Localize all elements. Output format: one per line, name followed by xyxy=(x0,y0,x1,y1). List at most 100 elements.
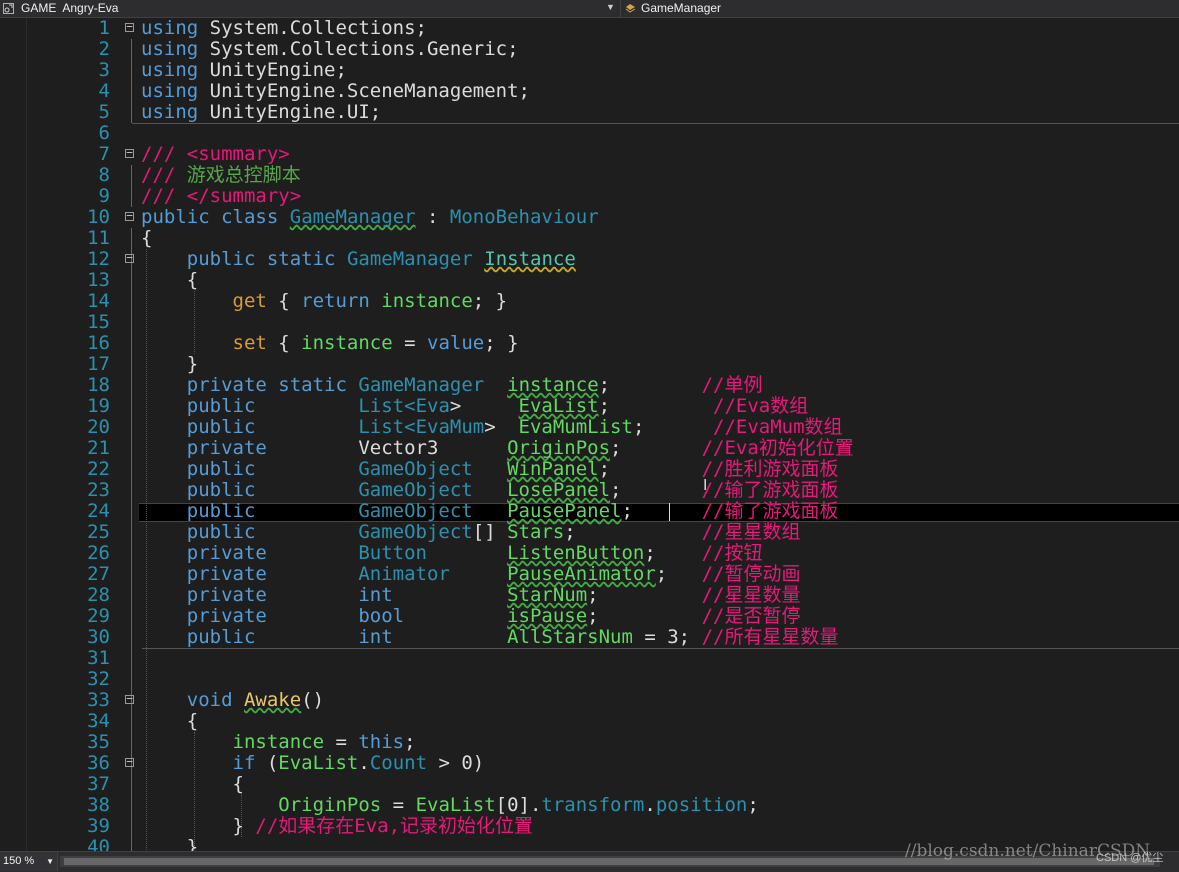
type-token: Button xyxy=(358,542,427,564)
collapse-icon[interactable]: − xyxy=(125,252,134,263)
punct-token: ; xyxy=(621,500,633,522)
chevron-down-icon[interactable]: ▼ xyxy=(606,2,615,12)
property-token: position xyxy=(655,794,748,816)
field-token: AllStarsNum xyxy=(507,626,633,648)
csharp-project-icon xyxy=(3,3,14,14)
keyword-token: this xyxy=(358,731,405,753)
code-line[interactable]: 33 − void Awake() xyxy=(0,690,1179,711)
keyword-token: private xyxy=(186,437,267,459)
line-number: 7 xyxy=(98,143,110,165)
property-token: Instance xyxy=(484,248,576,270)
code-line[interactable]: 29 private bool isPause; //是否暂停 xyxy=(0,606,1179,627)
comment-token: //输了游戏面板 xyxy=(701,500,839,522)
code-line[interactable]: 24 public GameObject PausePanel; //输了游戏面… xyxy=(0,501,1179,522)
code-line[interactable]: 39 } //如果存在Eva,记录初始化位置 xyxy=(0,816,1179,837)
line-number: 20 xyxy=(87,416,110,438)
comment-token: //胜利游戏面板 xyxy=(701,458,839,480)
line-number: 10 xyxy=(87,206,110,228)
field-token: PauseAnimator xyxy=(507,563,656,585)
line-number: 19 xyxy=(87,395,110,417)
class-icon xyxy=(625,4,636,13)
code-line[interactable]: 22 public GameObject WinPanel; //胜利游戏面板 xyxy=(0,459,1179,480)
property-token: transform xyxy=(541,794,645,816)
code-line[interactable]: 9 /// </summary> xyxy=(0,186,1179,207)
method-token: Awake xyxy=(243,689,302,711)
code-line[interactable]: 3 using UnityEngine; xyxy=(0,60,1179,81)
code-line[interactable]: 6 xyxy=(0,123,1179,144)
code-line[interactable]: 36 − if (EvaList.Count > 0) xyxy=(0,753,1179,774)
type-token: GameObject xyxy=(358,521,473,543)
brace-token: } xyxy=(186,353,199,375)
identifier-token: EvaList xyxy=(415,794,496,816)
line-number: 9 xyxy=(98,185,110,207)
zoom-dropdown[interactable]: 150 % ▼ xyxy=(0,852,58,871)
code-line[interactable]: 1 − using System.Collections; xyxy=(0,18,1179,39)
code-line[interactable]: 17 } xyxy=(0,354,1179,375)
keyword-token: int xyxy=(358,584,393,606)
line-number: 39 xyxy=(87,815,110,837)
keyword-token: using xyxy=(141,101,199,123)
class-dropdown[interactable]: GameManager xyxy=(620,0,1179,17)
code-line[interactable]: 5 using UnityEngine.UI; xyxy=(0,102,1179,123)
code-line[interactable]: 15 xyxy=(0,312,1179,333)
code-line[interactable]: 34 { xyxy=(0,711,1179,732)
namespace-token: System.Collections.Generic; xyxy=(209,38,519,60)
chevron-down-icon[interactable]: ▼ xyxy=(46,852,54,871)
line-number: 14 xyxy=(87,290,110,312)
field-token: EvaList xyxy=(518,395,599,417)
collapse-icon[interactable]: − xyxy=(125,147,134,158)
code-line[interactable]: 14 get { return instance; } xyxy=(0,291,1179,312)
field-token: WinPanel xyxy=(507,458,599,480)
comment-token: //Eva数组 xyxy=(713,395,809,417)
punct-token: ; xyxy=(610,479,622,501)
code-line[interactable]: 13 { xyxy=(0,270,1179,291)
code-line[interactable]: 32 xyxy=(0,669,1179,690)
code-line[interactable]: 19 public List<Eva> EvaList; //Eva数组 xyxy=(0,396,1179,417)
punct-token: ; } xyxy=(472,290,508,312)
code-line[interactable]: 10 − public class GameManager : MonoBeha… xyxy=(0,207,1179,228)
line-number: 15 xyxy=(87,311,110,333)
code-line[interactable]: 2 using System.Collections.Generic; xyxy=(0,39,1179,60)
code-line[interactable]: 26 private Button ListenButton; //按钮 xyxy=(0,543,1179,564)
line-number: 33 xyxy=(87,689,110,711)
code-line[interactable]: 4 using UnityEngine.SceneManagement; xyxy=(0,81,1179,102)
keyword-token: public xyxy=(186,248,256,270)
punct-token: > xyxy=(449,395,462,417)
code-line[interactable]: 31 xyxy=(0,648,1179,669)
code-line[interactable]: 38 OriginPos = EvaList[0].transform.posi… xyxy=(0,795,1179,816)
line-number: 17 xyxy=(87,353,110,375)
comment-token: //Eva初始化位置 xyxy=(701,437,854,459)
code-line[interactable]: 28 private int StarNum; //星星数量 xyxy=(0,585,1179,606)
code-line[interactable]: 35 instance = this; xyxy=(0,732,1179,753)
keyword-token: static xyxy=(278,374,347,396)
code-line[interactable]: 12 − public static GameManager Instance xyxy=(0,249,1179,270)
code-line[interactable]: 18 private static GameManager instance; … xyxy=(0,375,1179,396)
code-line[interactable]: 21 private Vector3 OriginPos; //Eva初始化位置 xyxy=(0,438,1179,459)
code-line[interactable]: 8 /// 游戏总控脚本 xyxy=(0,165,1179,186)
code-line[interactable]: 25 public GameObject[] Stars; //星星数组 xyxy=(0,522,1179,543)
doc-tag-token: </summary> xyxy=(186,185,302,207)
code-line[interactable]: 11 { xyxy=(0,228,1179,249)
collapse-icon[interactable]: − xyxy=(125,21,134,32)
line-number: 8 xyxy=(98,164,110,186)
code-line[interactable]: 7 − /// <summary> xyxy=(0,144,1179,165)
identifier-token: OriginPos xyxy=(278,794,382,816)
code-line[interactable]: 37 { xyxy=(0,774,1179,795)
field-token: ListenButton xyxy=(507,542,645,564)
code-line[interactable]: 27 private Animator PauseAnimator; //暂停动… xyxy=(0,564,1179,585)
code-line[interactable]: 16 set { instance = value; } xyxy=(0,333,1179,354)
collapse-icon[interactable]: − xyxy=(125,756,134,767)
keyword-token: public xyxy=(186,626,256,648)
field-token: StarNum xyxy=(507,584,588,606)
line-number: 38 xyxy=(87,794,110,816)
collapse-icon[interactable]: − xyxy=(125,693,134,704)
code-editor[interactable]: 1 − using System.Collections; 2 using Sy… xyxy=(0,18,1179,851)
line-number: 24 xyxy=(87,500,110,522)
collapse-icon[interactable]: − xyxy=(125,210,134,221)
code-line[interactable]: 23 public GameObject LosePanel; //输了游戏面板 xyxy=(0,480,1179,501)
keyword-token: static xyxy=(266,248,336,270)
code-line[interactable]: 30 public int AllStarsNum = 3; //所有星星数量 xyxy=(0,627,1179,648)
project-dropdown[interactable]: GAME Angry-Eva ▼ xyxy=(0,0,616,17)
code-line[interactable]: 20 public List<EvaMum> EvaMumList; //Eva… xyxy=(0,417,1179,438)
keyword-token: private xyxy=(186,374,267,396)
